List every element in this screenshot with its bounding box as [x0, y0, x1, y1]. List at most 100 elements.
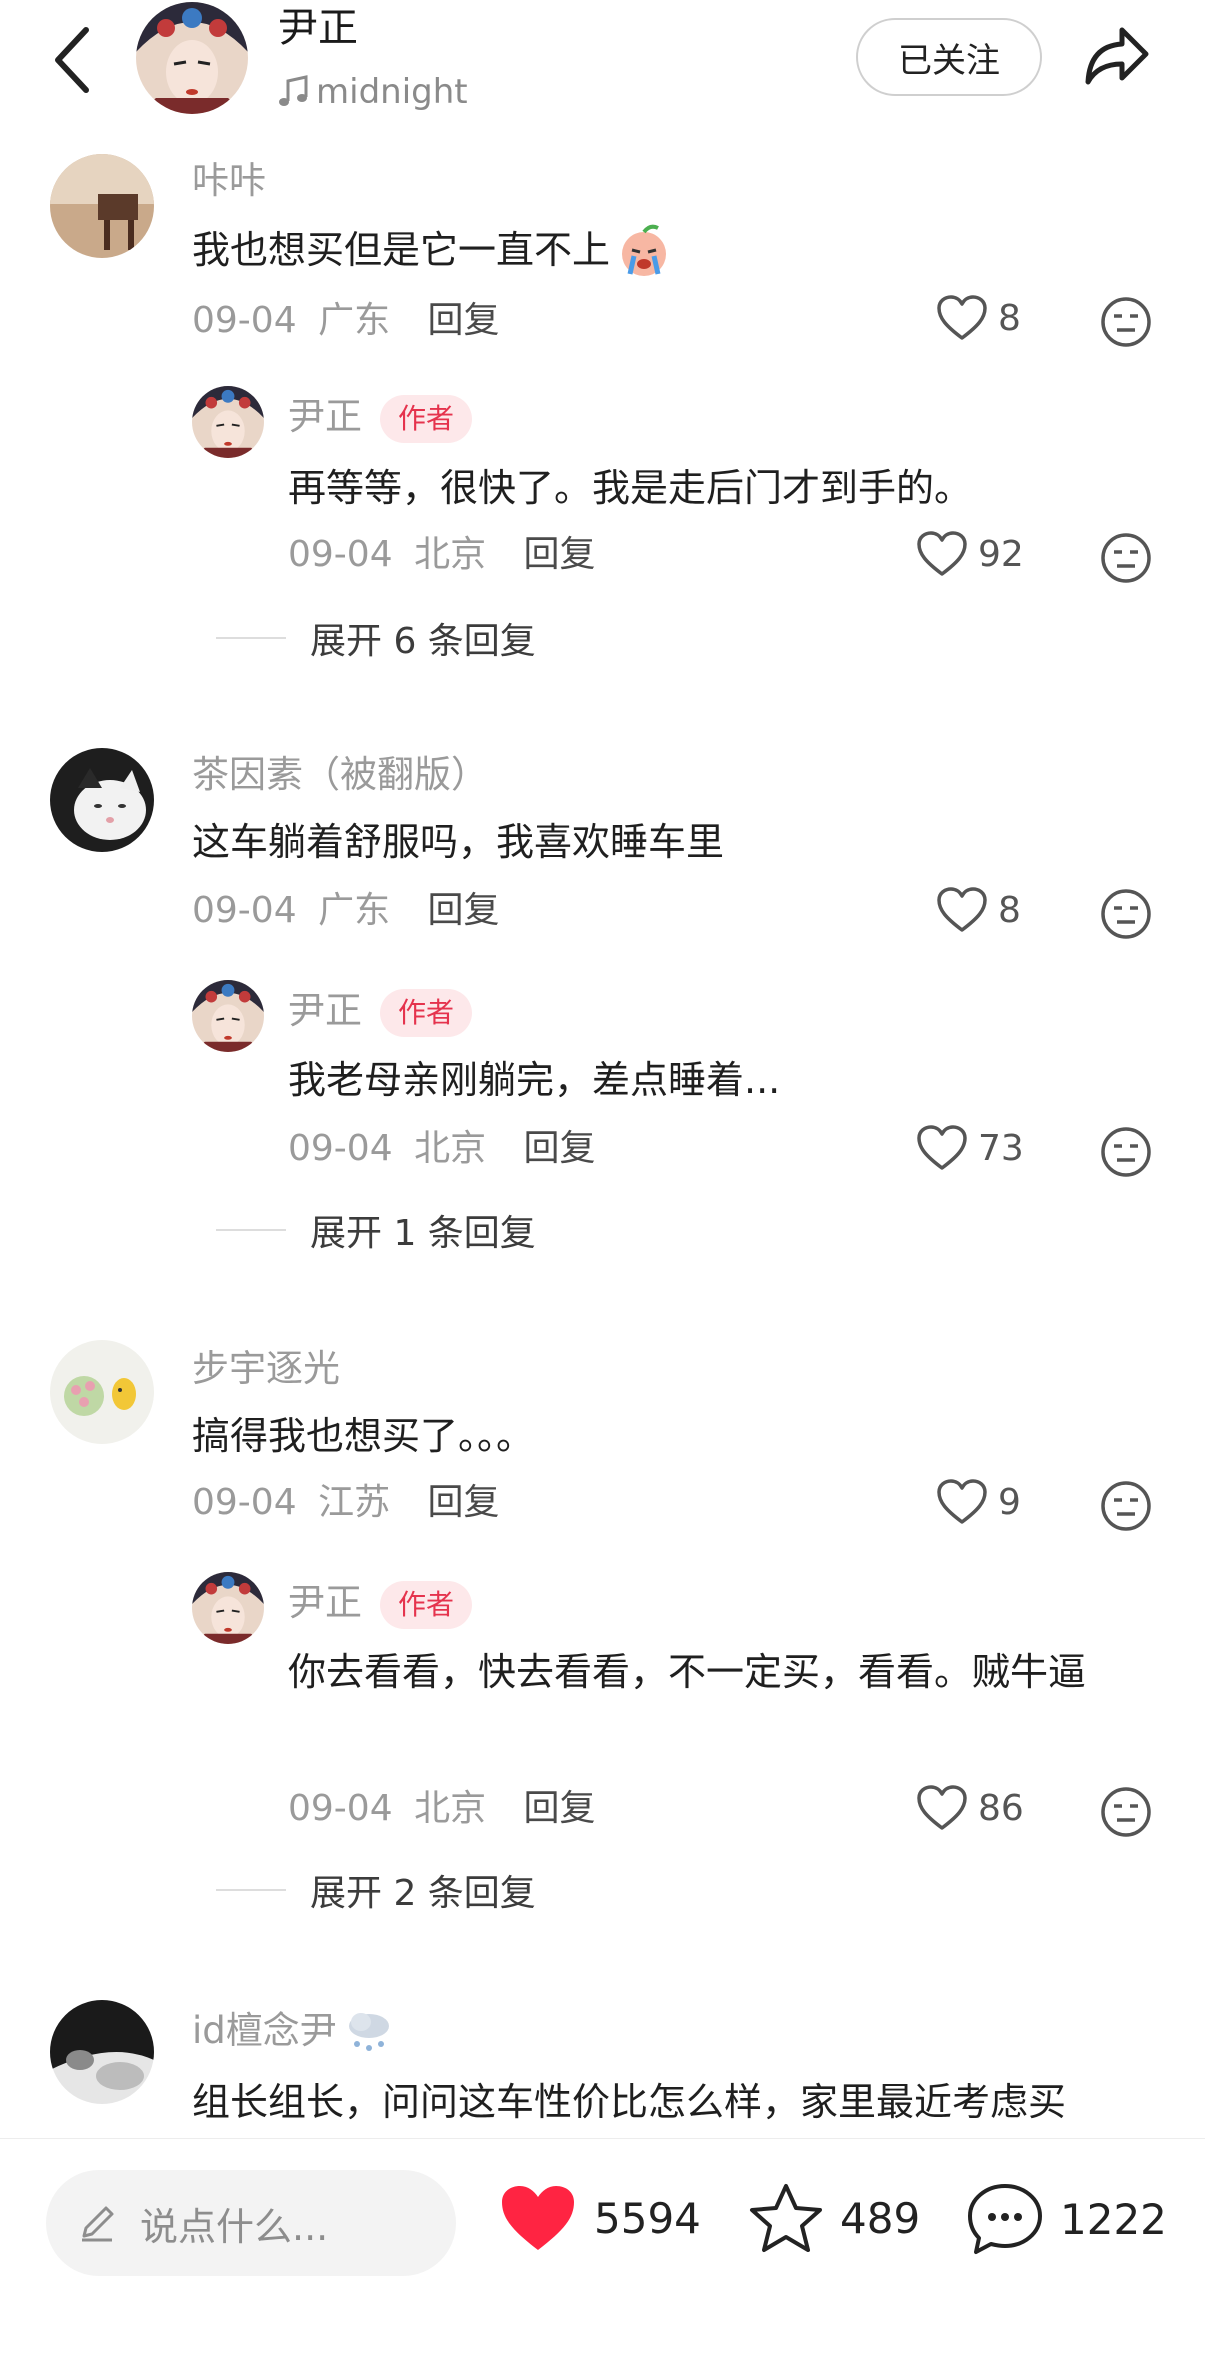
- like-count: 8: [998, 297, 1021, 339]
- reply-button[interactable]: 回复: [524, 1788, 596, 1829]
- expand-replies-label: 展开 6 条回复: [310, 621, 536, 662]
- divider: [216, 1889, 286, 1891]
- meh-face-icon: [1101, 533, 1151, 583]
- favorite-count: 489: [840, 2193, 921, 2243]
- dislike-button[interactable]: [1100, 1126, 1152, 1182]
- like-post-button[interactable]: 5594: [498, 2182, 701, 2254]
- comment-username[interactable]: id檀念尹: [192, 2006, 337, 2056]
- reply-button[interactable]: 回复: [428, 1482, 500, 1523]
- expand-replies-button[interactable]: 展开 6 条回复: [216, 612, 536, 664]
- music-note-icon: [279, 75, 308, 106]
- expand-replies-button[interactable]: 展开 2 条回复: [216, 1864, 536, 1916]
- comment-avatar[interactable]: [50, 1340, 154, 1444]
- favorite-button[interactable]: 489: [748, 2182, 920, 2254]
- like-count: 8: [998, 889, 1021, 931]
- comment-location: 广东: [318, 300, 391, 341]
- comment-input[interactable]: 说点什么...: [46, 2170, 456, 2276]
- reply-meta: 09-04 北京 回复: [288, 530, 596, 580]
- meh-face-icon: [1101, 889, 1151, 939]
- comment-username-row: id檀念尹: [192, 2006, 395, 2056]
- comment-text: 组长组长，问问这车性价比怎么样，家里最近考虑买: [192, 2080, 1067, 2124]
- like-button[interactable]: 8: [936, 294, 1021, 342]
- like-count: 92: [978, 533, 1024, 575]
- comment-text: 我也想买但是它一直不上: [192, 228, 611, 272]
- dislike-button[interactable]: [1100, 1480, 1152, 1536]
- comment-date: 09-04: [192, 1482, 297, 1523]
- comment-meta: 09-04 广东 回复: [192, 886, 500, 936]
- reply-avatar[interactable]: [192, 386, 264, 458]
- reply-username[interactable]: 尹正: [288, 1581, 362, 1624]
- author-badge: 作者: [380, 394, 473, 443]
- share-icon: [1085, 27, 1149, 85]
- like-button[interactable]: 9: [936, 1478, 1021, 1526]
- comment-avatar[interactable]: [50, 154, 154, 258]
- comment-input-placeholder: 说点什么...: [140, 2204, 329, 2249]
- expand-replies-button[interactable]: 展开 1 条回复: [216, 1204, 536, 1256]
- back-button[interactable]: [46, 22, 100, 98]
- comment-avatar[interactable]: [50, 2000, 154, 2104]
- reply-meta: 09-04 北京 回复: [288, 1784, 596, 1834]
- heart-outline-icon: [917, 1125, 967, 1170]
- reply-date: 09-04: [288, 1788, 393, 1829]
- chat-bubble-icon: [968, 2184, 1042, 2254]
- comment-username[interactable]: 茶因素（被翻版）: [192, 750, 488, 800]
- like-button[interactable]: 73: [916, 1124, 1024, 1172]
- pencil-icon: [82, 2206, 114, 2242]
- like-count: 9: [998, 1481, 1021, 1523]
- expand-replies-label: 展开 1 条回复: [310, 1213, 536, 1254]
- comment-username[interactable]: 步宇逐光: [192, 1344, 340, 1394]
- author-avatar[interactable]: [136, 2, 248, 114]
- music-label[interactable]: midnight: [278, 68, 468, 116]
- heart-outline-icon: [937, 295, 987, 340]
- reply-meta: 09-04 北京 回复: [288, 1124, 596, 1174]
- dislike-button[interactable]: [1100, 532, 1152, 588]
- reply-username-row: 尹正 作者: [288, 1578, 473, 1629]
- reply-username-row: 尹正 作者: [288, 392, 473, 443]
- crying-face-emoji-icon: [622, 224, 667, 276]
- dislike-button[interactable]: [1100, 1786, 1152, 1842]
- comment-username[interactable]: 咔咔: [192, 156, 266, 206]
- reply-avatar[interactable]: [192, 980, 264, 1052]
- heart-outline-icon: [917, 1785, 967, 1830]
- share-button[interactable]: [1082, 24, 1152, 90]
- post-like-count: 5594: [594, 2193, 701, 2243]
- reply-avatar[interactable]: [192, 1572, 264, 1644]
- comment-date: 09-04: [192, 890, 297, 931]
- reply-location: 北京: [414, 1128, 487, 1169]
- reply-text: 我老母亲刚躺完，差点睡着...: [288, 1058, 781, 1102]
- comment-date: 09-04: [192, 300, 297, 341]
- comment-location: 广东: [318, 890, 391, 931]
- follow-button[interactable]: 已关注: [856, 18, 1042, 96]
- dislike-button[interactable]: [1100, 296, 1152, 352]
- divider: [216, 637, 286, 639]
- reply-button[interactable]: 回复: [524, 534, 596, 575]
- author-badge: 作者: [380, 1580, 473, 1629]
- reply-username[interactable]: 尹正: [288, 989, 362, 1032]
- reply-button[interactable]: 回复: [428, 300, 500, 341]
- heart-outline-icon: [937, 887, 987, 932]
- reply-location: 北京: [414, 534, 487, 575]
- heart-outline-icon: [917, 531, 967, 576]
- like-button[interactable]: 92: [916, 530, 1024, 578]
- reply-text: 你去看看，快去看看，不一定买，看看。贼牛逼: [288, 1650, 1087, 1694]
- music-title: midnight: [316, 72, 468, 112]
- like-button[interactable]: 8: [936, 886, 1021, 934]
- reply-button[interactable]: 回复: [428, 890, 500, 931]
- comment-meta: 09-04 江苏 回复: [192, 1478, 500, 1528]
- divider: [216, 1229, 286, 1231]
- comment-text: 搞得我也想买了。。。: [192, 1414, 535, 1458]
- expand-replies-label: 展开 2 条回复: [310, 1873, 536, 1914]
- author-badge: 作者: [380, 988, 473, 1037]
- comment-avatar[interactable]: [50, 748, 154, 852]
- meh-face-icon: [1101, 297, 1151, 347]
- heart-filled-icon: [502, 2186, 574, 2250]
- reply-date: 09-04: [288, 1128, 393, 1169]
- meh-face-icon: [1101, 1787, 1151, 1837]
- comment-body: 我也想买但是它一直不上: [192, 218, 1092, 282]
- meh-face-icon: [1101, 1481, 1151, 1531]
- comments-button[interactable]: 1222: [966, 2182, 1167, 2256]
- reply-button[interactable]: 回复: [524, 1128, 596, 1169]
- reply-username[interactable]: 尹正: [288, 395, 362, 438]
- dislike-button[interactable]: [1100, 888, 1152, 944]
- like-button[interactable]: 86: [916, 1784, 1024, 1832]
